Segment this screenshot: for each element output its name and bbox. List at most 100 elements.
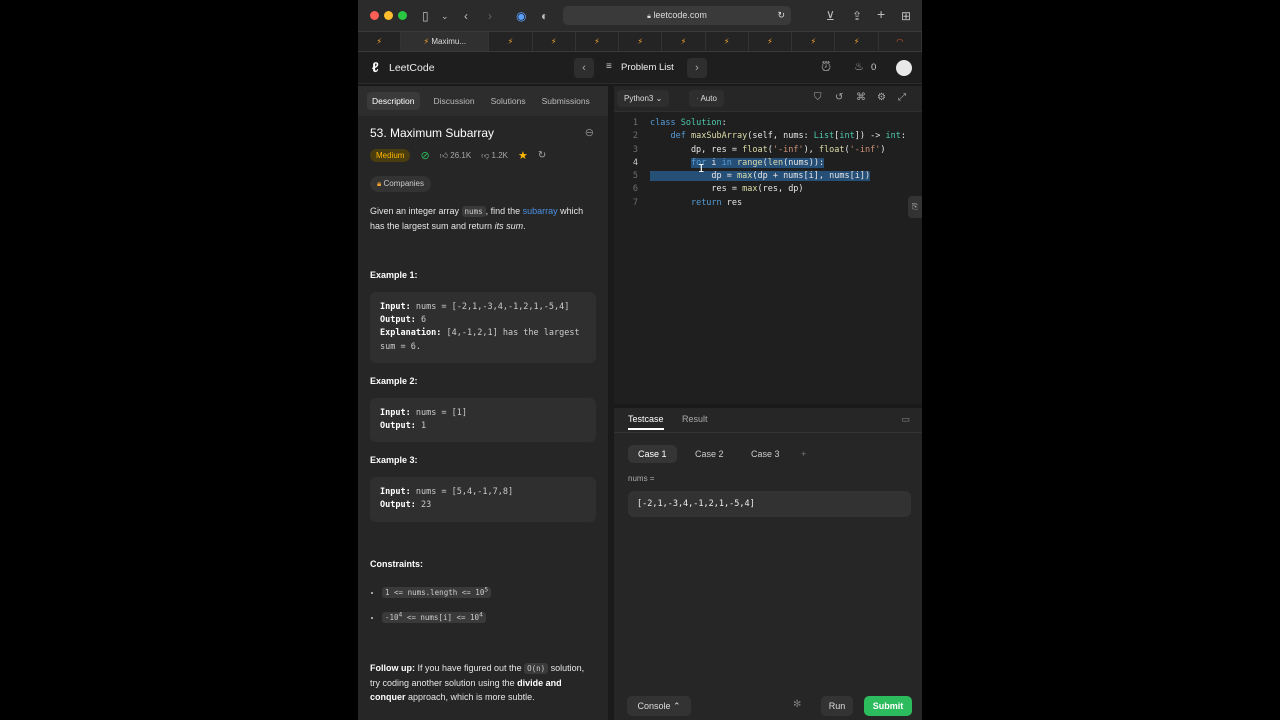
constraint-item: -104 <= nums[i] <= 104 xyxy=(382,604,596,629)
extension-icon[interactable]: ◉ xyxy=(516,7,526,25)
browser-tab[interactable]: ⚡︎ xyxy=(533,32,576,51)
sidebar-icon[interactable]: ▯ xyxy=(422,7,429,25)
alarm-clock-icon[interactable]: ⏰︎ xyxy=(821,59,831,75)
run-button[interactable]: Run xyxy=(821,696,853,716)
constraint-item: 1 <= nums.length <= 105 xyxy=(382,580,596,605)
tab-result[interactable]: Result xyxy=(682,414,708,424)
tab-description[interactable]: Description xyxy=(367,92,420,110)
problem-description: Given an integer array nums, find the su… xyxy=(370,206,584,231)
browser-tab[interactable]: ◠ xyxy=(879,32,922,51)
browser-tab[interactable]: ⚡︎ xyxy=(792,32,836,51)
tab-submissions[interactable]: Submissions xyxy=(534,86,598,116)
dislike-button[interactable]: 👎︎ 1.2K xyxy=(481,151,508,161)
thumbs-up-icon: 👍︎ xyxy=(439,150,449,160)
leetcode-navbar: ℓ LeetCode ‹ ≡ Problem List › ⏰︎ ♨︎ 0 xyxy=(358,52,922,84)
like-button[interactable]: 👍︎ 26.1K xyxy=(440,151,472,161)
editor-toolbar: Python3 ⌄ · Auto ⛉ ↺ ⌘ ⚙ ⤢ xyxy=(614,86,922,112)
share-icon[interactable]: ⇪ xyxy=(852,7,862,25)
subarray-link[interactable]: subarray xyxy=(523,206,558,216)
case-2-tab[interactable]: Case 2 xyxy=(685,445,734,463)
browser-window: ▯ ⌄ ‹ › ◉ ◐ 🔒︎ leetcode.com ↻ ⊻ ⇪ + ⊞ ⚡︎… xyxy=(358,0,922,720)
close-window-button[interactable] xyxy=(370,11,379,20)
logo-text[interactable]: LeetCode xyxy=(389,62,435,74)
example-2-title: Example 2: xyxy=(370,375,418,386)
console-button[interactable]: Console ⌃ xyxy=(627,696,691,716)
example-1-box: Input: nums = [-2,1,-3,4,-1,2,1,-5,4] Ou… xyxy=(370,292,596,363)
case-3-tab[interactable]: Case 3 xyxy=(741,445,790,463)
bookmark-icon[interactable]: ⛉ xyxy=(814,92,822,103)
example-1-title: Example 1: xyxy=(370,270,418,280)
settings-gear-icon[interactable]: ⚙ xyxy=(877,92,886,103)
code-line: 7 return res xyxy=(632,197,743,208)
browser-tab[interactable]: ⚡︎ xyxy=(662,32,706,51)
address-bar[interactable]: 🔒︎ leetcode.com ↻ xyxy=(563,6,791,25)
text-cursor: I xyxy=(698,162,705,175)
example-3-title: Example 3: xyxy=(370,455,418,466)
browser-tab[interactable]: ⚡︎ xyxy=(358,32,402,51)
tab-solutions[interactable]: Solutions xyxy=(483,86,534,116)
code-line: 2 def maxSubArray(self, nums: List[int])… xyxy=(632,131,906,142)
thumbs-down-icon: 👎︎ xyxy=(481,150,490,160)
problem-title: 53. Maximum Subarray xyxy=(370,126,495,140)
prev-problem-button[interactable]: ‹ xyxy=(574,58,594,78)
new-tab-icon[interactable]: + xyxy=(877,5,885,23)
example-3-box: Input: nums = [5,4,-1,7,8] Output: 23 xyxy=(370,477,596,522)
browser-tab[interactable]: ⚡︎ xyxy=(619,32,663,51)
list-icon: ≡ xyxy=(606,61,612,72)
leetcode-logo-icon[interactable]: ℓ xyxy=(372,59,379,75)
code-line: 3 dp, res = float('-inf'), float('-inf') xyxy=(632,144,886,155)
browser-tab[interactable]: ⚡︎ xyxy=(835,32,879,51)
tab-discussion[interactable]: Discussion xyxy=(426,86,483,116)
fullscreen-icon[interactable]: ⤢ xyxy=(898,92,906,103)
collapse-panel-icon[interactable]: ▭ xyxy=(901,414,910,425)
shortcuts-icon[interactable]: ⌘ xyxy=(856,92,866,103)
flame-icon[interactable]: ♨︎ xyxy=(854,60,864,73)
browser-tab[interactable]: ⚡︎ xyxy=(576,32,620,51)
language-select[interactable]: Python3 ⌄ xyxy=(617,90,670,107)
lock-icon: 🔒︎ xyxy=(647,13,651,20)
browser-tab[interactable]: ⚡︎ xyxy=(749,32,793,51)
problem-list-link[interactable]: Problem List xyxy=(621,62,674,73)
star-icon[interactable]: ★ xyxy=(518,149,528,162)
avatar[interactable] xyxy=(896,60,912,76)
reset-icon[interactable]: ↺ xyxy=(835,92,843,103)
panel-divider xyxy=(614,432,922,433)
browser-tab-active[interactable]: ⚡︎ Maximu... xyxy=(401,32,490,51)
chevron-down-icon: ⌄ xyxy=(655,94,663,103)
companies-tag[interactable]: 🔒︎ Companies xyxy=(370,176,431,192)
download-icon[interactable]: ⊻ xyxy=(826,7,835,25)
side-panel-handle[interactable]: ⎘ xyxy=(908,196,922,218)
minimize-window-button[interactable] xyxy=(384,11,393,20)
description-tabs: Description Discussion Solutions Submiss… xyxy=(358,86,608,116)
auto-mode-button[interactable]: · Auto xyxy=(689,90,724,107)
chevron-up-icon: ⌃ xyxy=(673,701,681,711)
add-case-button[interactable]: + xyxy=(791,445,816,463)
description-panel: Description Discussion Solutions Submiss… xyxy=(358,86,608,720)
debug-bug-icon[interactable]: ✻ xyxy=(793,699,801,710)
minus-circle-icon[interactable]: ⊖ xyxy=(585,126,594,139)
dot-icon: · xyxy=(696,94,699,103)
zoom-window-button[interactable] xyxy=(398,11,407,20)
share-icon[interactable]: ↻ xyxy=(538,150,546,161)
case-1-tab[interactable]: Case 1 xyxy=(628,445,677,463)
back-icon[interactable]: ‹ xyxy=(464,7,468,25)
tab-overview-icon[interactable]: ⊞ xyxy=(901,7,911,25)
code-line: 5 dp = max(dp + nums[i], nums[i]) xyxy=(632,171,871,182)
code-area[interactable]: 1 class Solution: 2 def maxSubArray(self,… xyxy=(614,117,922,210)
tab-testcase[interactable]: Testcase xyxy=(628,414,664,430)
streak-count: 0 xyxy=(871,62,877,73)
next-problem-button[interactable]: › xyxy=(687,58,707,78)
shield-icon[interactable]: ◐ xyxy=(541,7,548,25)
nums-input[interactable]: [-2,1,-3,4,-1,2,1,-5,4] xyxy=(628,491,911,517)
solved-check-icon: ⊘ xyxy=(420,150,430,162)
lock-icon: 🔒︎ xyxy=(377,179,382,188)
follow-up: Follow up: If you have figured out the O… xyxy=(370,662,585,702)
browser-tab[interactable]: ⚡︎ xyxy=(489,32,533,51)
forward-icon[interactable]: › xyxy=(488,7,492,25)
submit-button[interactable]: Submit xyxy=(864,696,912,716)
example-2-box: Input: nums = [1] Output: 1 xyxy=(370,397,596,443)
browser-tab[interactable]: ⚡︎ xyxy=(706,32,749,51)
chevron-down-icon[interactable]: ⌄ xyxy=(441,7,449,25)
tab-strip: ⚡︎ ⚡︎ Maximu... ⚡︎ ⚡︎ ⚡︎ ⚡︎ ⚡︎ ⚡︎ ⚡︎ ⚡︎ … xyxy=(358,32,922,52)
reload-icon[interactable]: ↻ xyxy=(777,6,785,25)
